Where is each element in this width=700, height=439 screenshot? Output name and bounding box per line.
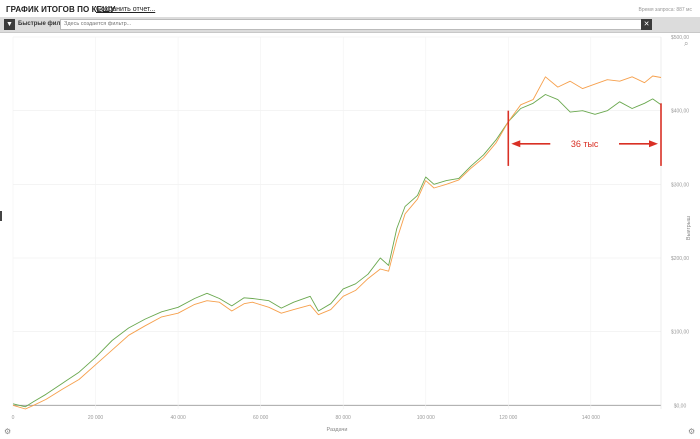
y-tick-label: $500,00 [671, 35, 689, 41]
y-tick-label: $300,00 [671, 182, 689, 188]
chart-series [12, 75, 662, 410]
chart-grid [12, 36, 662, 409]
y-tick-label: $400,00 [671, 109, 689, 115]
title-bar: ГРАФИК ИТОГОВ ПО КЕШУ Сохранить отчет...… [0, 0, 700, 17]
series-line-1 [12, 94, 662, 408]
annotation-left-arrowhead [511, 140, 521, 148]
y-axis-label: Выигрыш [686, 215, 692, 240]
y-tick-label: $100,00 [671, 330, 689, 336]
clear-filter-button[interactable]: ✕ [641, 19, 652, 30]
save-report-link[interactable]: Сохранить отчет... [96, 6, 155, 13]
series-line-2 [12, 75, 662, 410]
x-tick-label: 60 000 [253, 415, 269, 421]
x-tick-label: 0 [12, 415, 15, 421]
quick-filter-bar: ▼ Быстрые фильт ✕ [0, 17, 700, 33]
x-axis-label: Раздачи [327, 427, 348, 433]
query-time-label: Время запроса: 887 мс [638, 7, 692, 13]
gear-icon[interactable]: ⚙ [4, 428, 11, 436]
filter-icon[interactable]: ▼ [4, 19, 15, 30]
filter-input[interactable] [60, 19, 643, 30]
x-tick-label: 40 000 [170, 415, 186, 421]
x-tick-label: 140 000 [582, 415, 600, 421]
x-axis-ticks: 0 20 000 40 000 60 000 80 000 100 000 120 000 1… [12, 415, 600, 421]
annotation-label: 36 тыс [571, 139, 599, 149]
x-tick-label: 100 000 [417, 415, 435, 421]
x-tick-label: 120 000 [499, 415, 517, 421]
cash-results-chart: 0 20 000 40 000 60 000 80 000 100 000 120 000 1… [12, 35, 692, 433]
x-tick-label: 20 000 [88, 415, 104, 421]
chart-annotation: 36 тыс [507, 103, 662, 166]
settings-icon[interactable]: ⚙ [688, 428, 695, 436]
x-tick-label: 80 000 [336, 415, 352, 421]
y-tick-label: $200,00 [671, 256, 689, 262]
y-tick-label: $0,00 [674, 403, 687, 409]
annotation-right-arrowhead [649, 140, 658, 148]
